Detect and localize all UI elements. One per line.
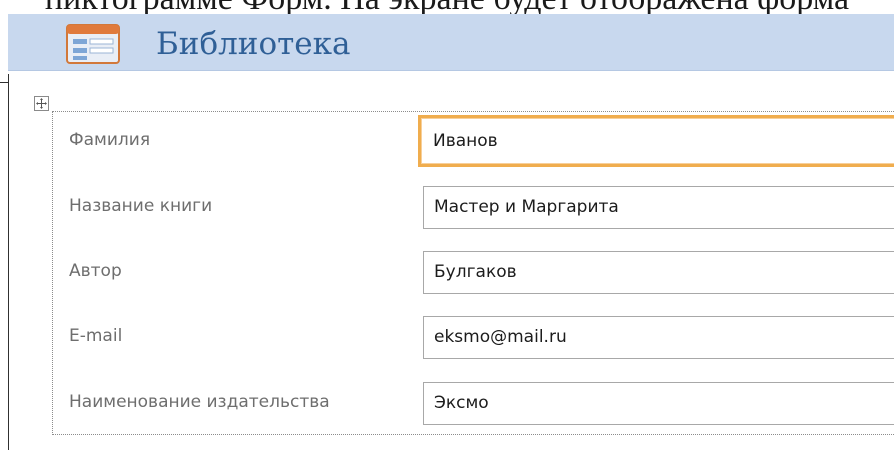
form-icon (66, 24, 120, 64)
publisher-field[interactable]: Эксмо (423, 382, 894, 425)
email-field[interactable]: eksmo@mail.ru (423, 316, 894, 359)
author-field[interactable]: Булгаков (423, 251, 894, 294)
surname-label: Фамилия (69, 130, 151, 150)
field-row-author: Автор Булгаков (0, 251, 894, 299)
author-label: Автор (69, 261, 122, 281)
form-title: Библиотека (156, 26, 351, 62)
field-row-publisher: Наименование издательства Эксмо (0, 382, 894, 430)
ruler-tick (0, 82, 8, 83)
publisher-label: Наименование издательства (69, 392, 330, 412)
field-row-book-title: Название книги Мастер и Маргарита (0, 186, 894, 234)
form-header: Библиотека (8, 14, 894, 71)
field-row-surname: Фамилия Иванов (0, 115, 894, 168)
surname-field[interactable]: Иванов (418, 115, 894, 167)
book-title-field[interactable]: Мастер и Маргарита (423, 186, 894, 229)
field-row-email: E-mail eksmo@mail.ru (0, 316, 894, 364)
move-cross-icon[interactable] (34, 96, 49, 111)
email-label: E-mail (69, 326, 123, 346)
book-title-label: Название книги (69, 196, 213, 216)
